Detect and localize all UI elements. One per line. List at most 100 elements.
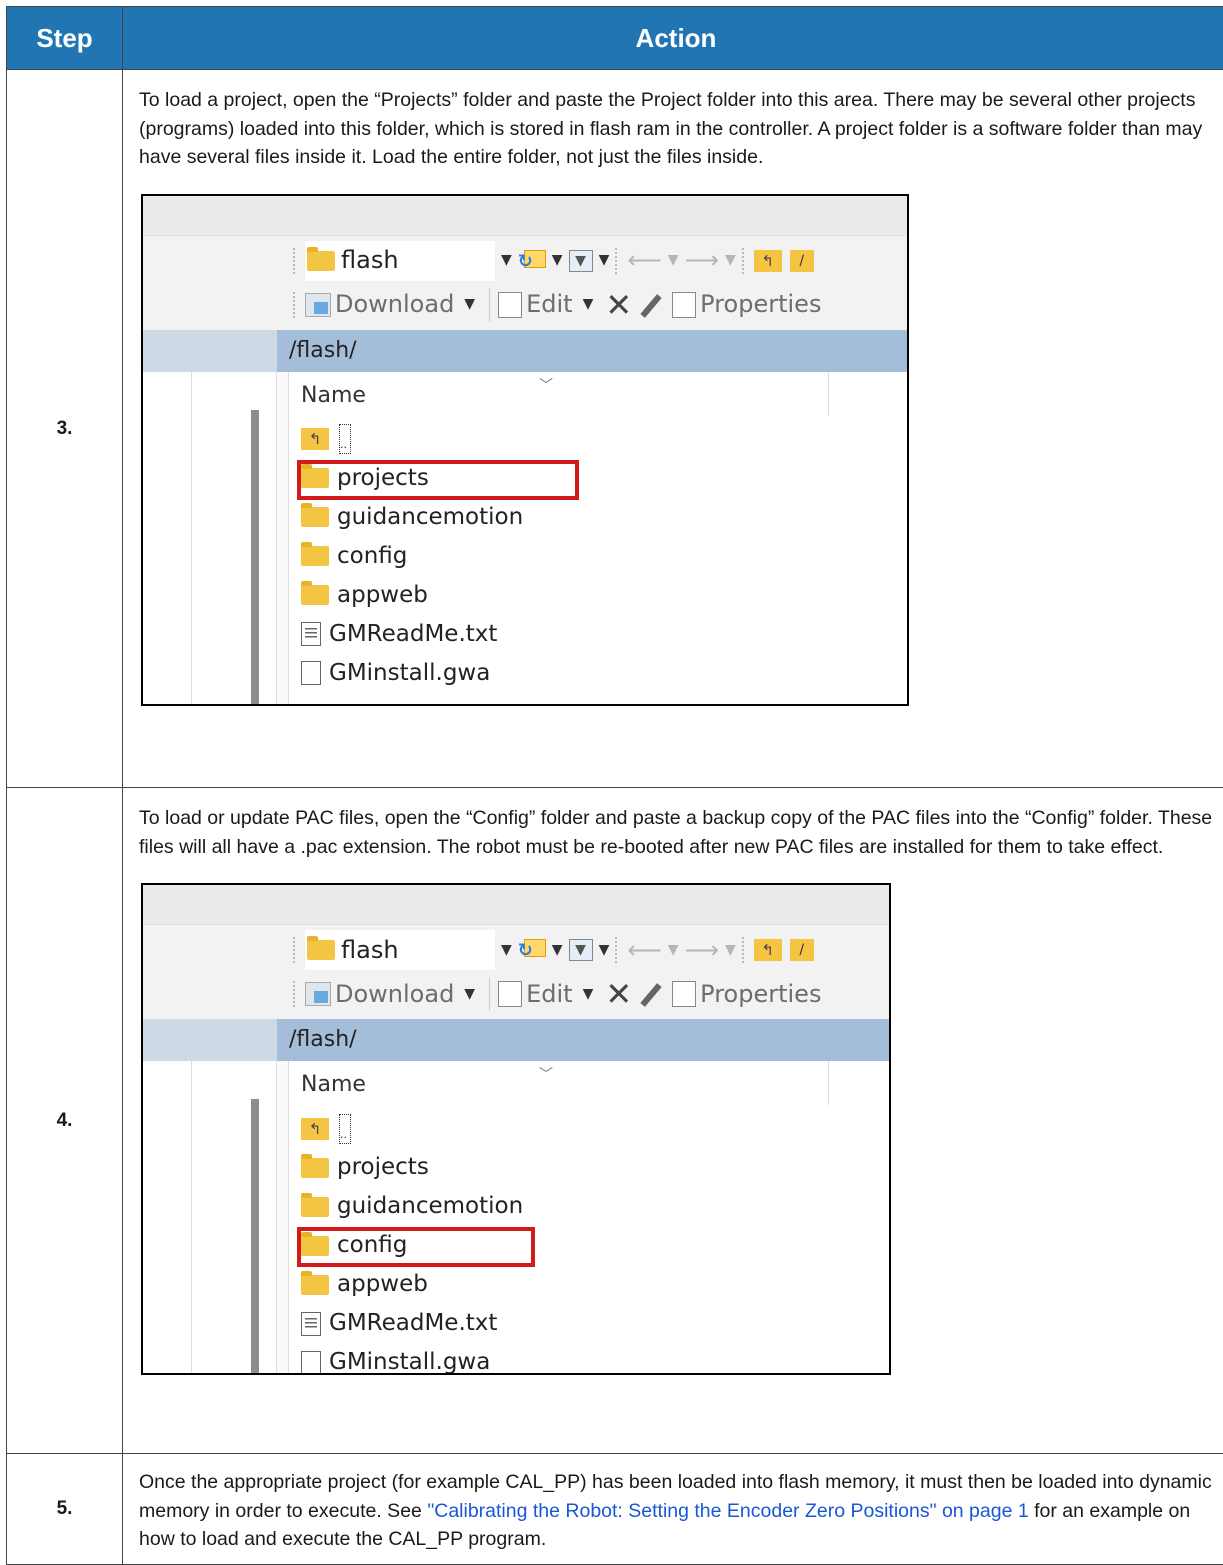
folder-icon [301,507,329,527]
delete-icon[interactable]: ✕ [605,289,632,321]
parent-folder-icon: ↰ [301,428,329,450]
list-item[interactable]: guidancemotion [289,498,849,537]
file-icon [301,661,321,685]
left-pane [143,1061,277,1373]
toolbar-grip [742,248,748,274]
chevron-down-icon[interactable]: ▼ [668,936,679,965]
folder-icon [301,1158,329,1178]
properties-button[interactable]: Properties [700,980,821,1009]
step-row-4: 4. To load or update PAC files, open the… [7,788,1223,1454]
column-header-name[interactable]: Name ﹀ [289,1061,829,1105]
back-arrow-icon[interactable]: ⟵ [627,246,661,275]
properties-button[interactable]: Properties [700,290,821,319]
step-row-5: 5. Once the appropriate project (for exa… [7,1454,1223,1565]
edit-button[interactable]: Edit [526,980,572,1009]
chevron-down-icon[interactable]: ▼ [464,980,475,1009]
edit-icon [498,292,522,318]
file-icon [301,1351,321,1375]
sort-chevron-icon: ﹀ [539,372,553,401]
file-list-pane: /flash/ Name ﹀ ↰ .. projects guidancemot… [277,1019,889,1373]
root-folder-icon[interactable]: / [790,939,814,961]
scrollbar[interactable] [251,1099,259,1373]
window-top-strip [143,196,907,236]
chevron-down-icon[interactable]: ▼ [552,936,563,965]
rename-icon[interactable] [638,982,662,1006]
chevron-down-icon[interactable]: ▼ [501,246,512,275]
window-top-strip [143,885,889,925]
download-button[interactable]: Download [335,980,454,1009]
folder-icon [301,585,329,605]
back-arrow-icon[interactable]: ⟵ [627,936,661,965]
left-pane [143,372,277,704]
chevron-down-icon[interactable]: ▼ [552,246,563,275]
sort-chevron-icon: ﹀ [539,1061,553,1090]
delete-icon[interactable]: ✕ [605,978,632,1010]
location-combo[interactable]: flash [305,930,495,970]
list-item[interactable]: guidancemotion [289,1187,849,1226]
list-item[interactable]: GMinstall.gwa [289,654,849,693]
location-label: flash [341,936,399,965]
folder-icon [307,940,335,960]
steps-table: Step Action 3. To load a project, open t… [6,6,1223,1565]
forward-arrow-icon[interactable]: ⟶ [685,936,719,965]
parent-label: .. [339,424,351,454]
toolbar-grip [293,937,299,963]
step-number: 4. [7,788,123,1454]
column-header-name[interactable]: Name ﹀ [289,372,829,416]
list-item[interactable]: appweb [289,576,849,615]
chevron-down-icon[interactable]: ▼ [725,246,736,275]
list-item[interactable]: config [289,537,849,576]
edit-icon [498,981,522,1007]
list-item[interactable]: appweb [289,1265,849,1304]
folder-icon [301,1197,329,1217]
location-combo[interactable]: flash [305,241,495,281]
list-item-parent[interactable]: ↰ .. [289,420,849,459]
action-toolbar: Download ▼ Edit ▼ ✕ Properties [293,969,889,1019]
header-step: Step [7,7,123,70]
highlight-box [297,1227,535,1267]
download-icon [305,293,331,317]
filter-icon[interactable]: ▼ [569,939,593,961]
root-folder-icon[interactable]: / [790,250,814,272]
chevron-down-icon[interactable]: ▼ [501,936,512,965]
step-description: To load or update PAC files, open the “C… [139,804,1213,861]
properties-icon [672,981,696,1007]
list-item[interactable]: GMReadMe.txt [289,615,849,654]
toolbar-grip [615,937,621,963]
chevron-down-icon[interactable]: ▼ [599,936,610,965]
download-button[interactable]: Download [335,290,454,319]
explorer-screenshot: flash ▼ ↻ ▼ ▼ ▼ ⟵ ▼ ⟶ ▼ ↰ / [141,194,909,706]
download-icon [305,982,331,1006]
list-item[interactable]: GMinstall.gwa [289,1343,849,1375]
chevron-down-icon[interactable]: ▼ [599,246,610,275]
cross-reference-link[interactable]: "Calibrating the Robot: Setting the Enco… [427,1500,1028,1522]
parent-folder-icon[interactable]: ↰ [754,250,782,272]
scrollbar[interactable] [251,410,259,704]
chevron-down-icon[interactable]: ▼ [668,246,679,275]
edit-button[interactable]: Edit [526,290,572,319]
chevron-down-icon[interactable]: ▼ [464,290,475,319]
chevron-down-icon[interactable]: ▼ [725,936,736,965]
refresh-folder-icon[interactable]: ↻ [518,250,546,272]
rename-icon[interactable] [638,293,662,317]
step-row-3: 3. To load a project, open the “Projects… [7,70,1223,788]
parent-folder-icon[interactable]: ↰ [754,939,782,961]
list-item-parent[interactable]: ↰ .. [289,1109,849,1148]
list-item[interactable]: GMReadMe.txt [289,1304,849,1343]
filter-icon[interactable]: ▼ [569,250,593,272]
properties-icon [672,292,696,318]
table-header-row: Step Action [7,7,1223,70]
text-file-icon [301,622,321,646]
refresh-folder-icon[interactable]: ↻ [518,939,546,961]
chevron-down-icon[interactable]: ▼ [583,290,594,319]
chevron-down-icon[interactable]: ▼ [583,980,594,1009]
path-bar: /flash/ [277,1019,889,1061]
location-toolbar: flash ▼ ↻ ▼ ▼ ▼ ⟵ ▼ ⟶ ▼ ↰ / [293,925,889,975]
folder-icon [301,1275,329,1295]
list-item[interactable]: projects [289,1148,849,1187]
location-toolbar: flash ▼ ↻ ▼ ▼ ▼ ⟵ ▼ ⟶ ▼ ↰ / [293,236,907,286]
step-action: To load a project, open the “Projects” f… [123,70,1223,788]
forward-arrow-icon[interactable]: ⟶ [685,246,719,275]
toolbar-grip [615,248,621,274]
location-label: flash [341,246,399,275]
